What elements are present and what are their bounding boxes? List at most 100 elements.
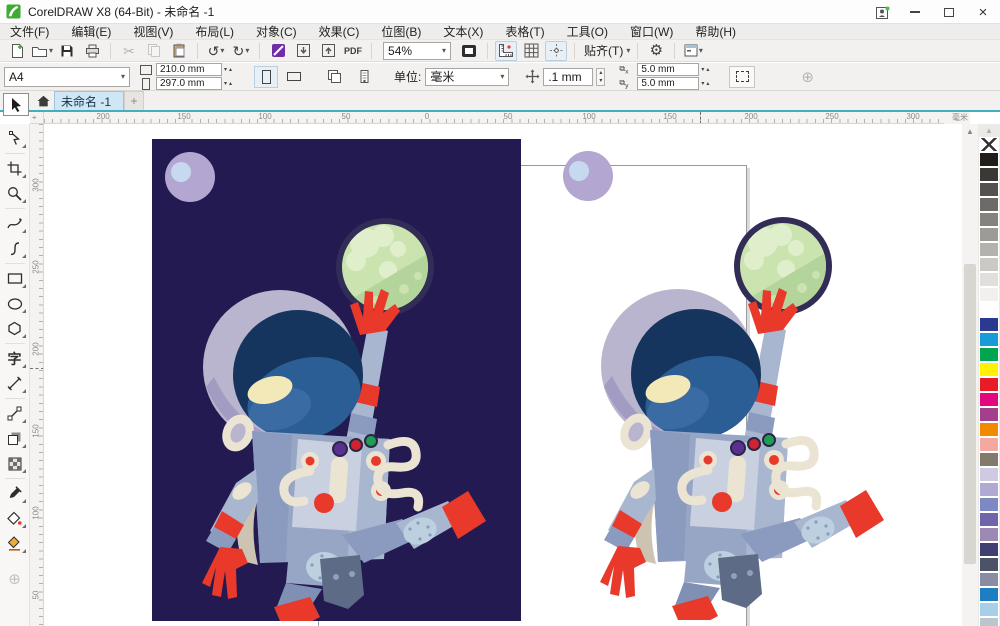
- dimension-tool[interactable]: [2, 371, 28, 396]
- freehand-tool[interactable]: [2, 211, 28, 236]
- fullscreen-preview-button[interactable]: [458, 41, 480, 61]
- page-height-spinner[interactable]: ▾ ▴: [224, 81, 240, 87]
- color-swatch[interactable]: [979, 392, 999, 407]
- color-swatch[interactable]: [979, 437, 999, 452]
- color-swatch[interactable]: [979, 587, 999, 602]
- export-button[interactable]: [317, 41, 339, 61]
- color-swatch[interactable]: [979, 167, 999, 182]
- color-swatch[interactable]: [979, 317, 999, 332]
- nudge-spinner[interactable]: ▴ ▾: [596, 67, 606, 86]
- menu-item[interactable]: 帮助(H): [695, 23, 736, 40]
- duplicate-x-spinner[interactable]: ▾ ▴: [701, 67, 717, 73]
- b-spline-tool[interactable]: [2, 236, 28, 261]
- color-swatch[interactable]: [979, 332, 999, 347]
- duplicate-x-field[interactable]: 5.0 mm: [637, 63, 700, 76]
- menu-item[interactable]: 视图(V): [133, 23, 173, 40]
- drawing-canvas[interactable]: [44, 124, 962, 626]
- color-swatch[interactable]: [979, 527, 999, 542]
- new-document-button[interactable]: [6, 41, 28, 61]
- menu-item[interactable]: 位图(B): [381, 23, 421, 40]
- snap-to-dropdown[interactable]: 贴齐(T) ▾: [582, 41, 630, 61]
- show-grid-button[interactable]: [520, 41, 542, 61]
- color-swatch[interactable]: [979, 302, 999, 317]
- application-launcher[interactable]: ▾: [682, 41, 704, 61]
- color-swatch[interactable]: [979, 617, 999, 626]
- menu-item[interactable]: 工具(O): [567, 23, 608, 40]
- color-swatch[interactable]: [979, 482, 999, 497]
- color-swatch[interactable]: [979, 542, 999, 557]
- import-button[interactable]: [292, 41, 314, 61]
- duplicate-y-spinner[interactable]: ▾ ▴: [701, 81, 717, 87]
- color-swatch[interactable]: [979, 602, 999, 617]
- undo-button[interactable]: ↺ ▾: [205, 41, 227, 61]
- color-swatch[interactable]: [979, 212, 999, 227]
- treat-as-filled-button[interactable]: [729, 65, 756, 88]
- interactive-fill-tool[interactable]: [2, 506, 28, 531]
- color-swatch[interactable]: [979, 572, 999, 587]
- color-swatch[interactable]: [979, 512, 999, 527]
- nudge-offset-field[interactable]: .1 mm: [543, 67, 594, 86]
- color-swatch[interactable]: [979, 137, 999, 152]
- zoom-tool[interactable]: [2, 181, 28, 206]
- close-button[interactable]: ×: [966, 0, 1000, 24]
- color-swatch[interactable]: [979, 182, 999, 197]
- paste-button[interactable]: [168, 41, 190, 61]
- color-swatch[interactable]: [979, 407, 999, 422]
- polygon-tool[interactable]: [2, 316, 28, 341]
- print-button[interactable]: [81, 41, 103, 61]
- color-swatch[interactable]: [979, 152, 999, 167]
- color-swatch[interactable]: [979, 347, 999, 362]
- ellipse-tool[interactable]: [2, 291, 28, 316]
- color-swatch[interactable]: [979, 467, 999, 482]
- redo-button[interactable]: ↻ ▾: [230, 41, 252, 61]
- color-swatch[interactable]: [979, 362, 999, 377]
- options-button[interactable]: ⚙: [645, 41, 667, 61]
- color-swatch[interactable]: [979, 452, 999, 467]
- color-swatch[interactable]: [979, 557, 999, 572]
- color-swatch[interactable]: [979, 377, 999, 392]
- shape-tool[interactable]: [2, 126, 28, 151]
- menu-item[interactable]: 文件(F): [10, 23, 49, 40]
- menu-item[interactable]: 窗口(W): [630, 23, 673, 40]
- minimize-button[interactable]: [898, 0, 932, 24]
- search-content-button[interactable]: [267, 41, 289, 61]
- scroll-up-icon[interactable]: ▲: [962, 124, 978, 139]
- page-height-field[interactable]: 297.0 mm: [156, 77, 222, 90]
- document-tab-active[interactable]: 未命名 -1: [54, 91, 125, 110]
- scrollbar-thumb[interactable]: [964, 264, 976, 564]
- user-account-icon[interactable]: [868, 0, 898, 24]
- palette-scroll-up-icon[interactable]: ▲: [978, 124, 1000, 137]
- zoom-level-combobox[interactable]: 54% ▾: [383, 41, 452, 60]
- show-rulers-button[interactable]: [495, 40, 518, 61]
- page-width-spinner[interactable]: ▾ ▴: [224, 67, 240, 73]
- ruler-origin-button[interactable]: ⌖: [30, 112, 44, 124]
- maximize-button[interactable]: [932, 0, 966, 24]
- all-pages-button[interactable]: [322, 66, 346, 88]
- duplicate-y-field[interactable]: 5.0 mm: [637, 77, 700, 90]
- landscape-button[interactable]: [282, 66, 306, 88]
- zoom-caret-icon[interactable]: ▾: [442, 46, 446, 55]
- transparency-tool[interactable]: [2, 451, 28, 476]
- new-tab-button[interactable]: +: [124, 91, 145, 110]
- page-width-field[interactable]: 210.0 mm: [156, 63, 222, 76]
- current-page-button[interactable]: [352, 66, 376, 88]
- menu-item[interactable]: 表格(T): [505, 23, 544, 40]
- menu-item[interactable]: 文本(X): [443, 23, 483, 40]
- save-button[interactable]: [56, 41, 78, 61]
- drop-shadow-tool[interactable]: [2, 426, 28, 451]
- rectangle-tool[interactable]: [2, 266, 28, 291]
- astronaut-artwork-copy-2[interactable]: [550, 138, 920, 620]
- vertical-ruler[interactable]: 300 250 200 150 100 50: [30, 124, 44, 626]
- page-size-combobox[interactable]: A4 ▾: [4, 66, 130, 87]
- vertical-scrollbar[interactable]: ▲: [962, 124, 978, 626]
- connector-tool[interactable]: [2, 401, 28, 426]
- customize-toolbox-icon[interactable]: ⊕: [8, 570, 21, 588]
- horizontal-ruler[interactable]: 200 150 100 50 0 50 100 150 200 250 300: [44, 112, 962, 124]
- color-swatch[interactable]: [979, 257, 999, 272]
- menu-item[interactable]: 布局(L): [195, 23, 234, 40]
- color-swatch[interactable]: [979, 197, 999, 212]
- menu-item[interactable]: 对象(C): [256, 23, 297, 40]
- crop-tool[interactable]: [2, 156, 28, 181]
- menu-item[interactable]: 编辑(E): [71, 23, 111, 40]
- menu-item[interactable]: 效果(C): [319, 23, 360, 40]
